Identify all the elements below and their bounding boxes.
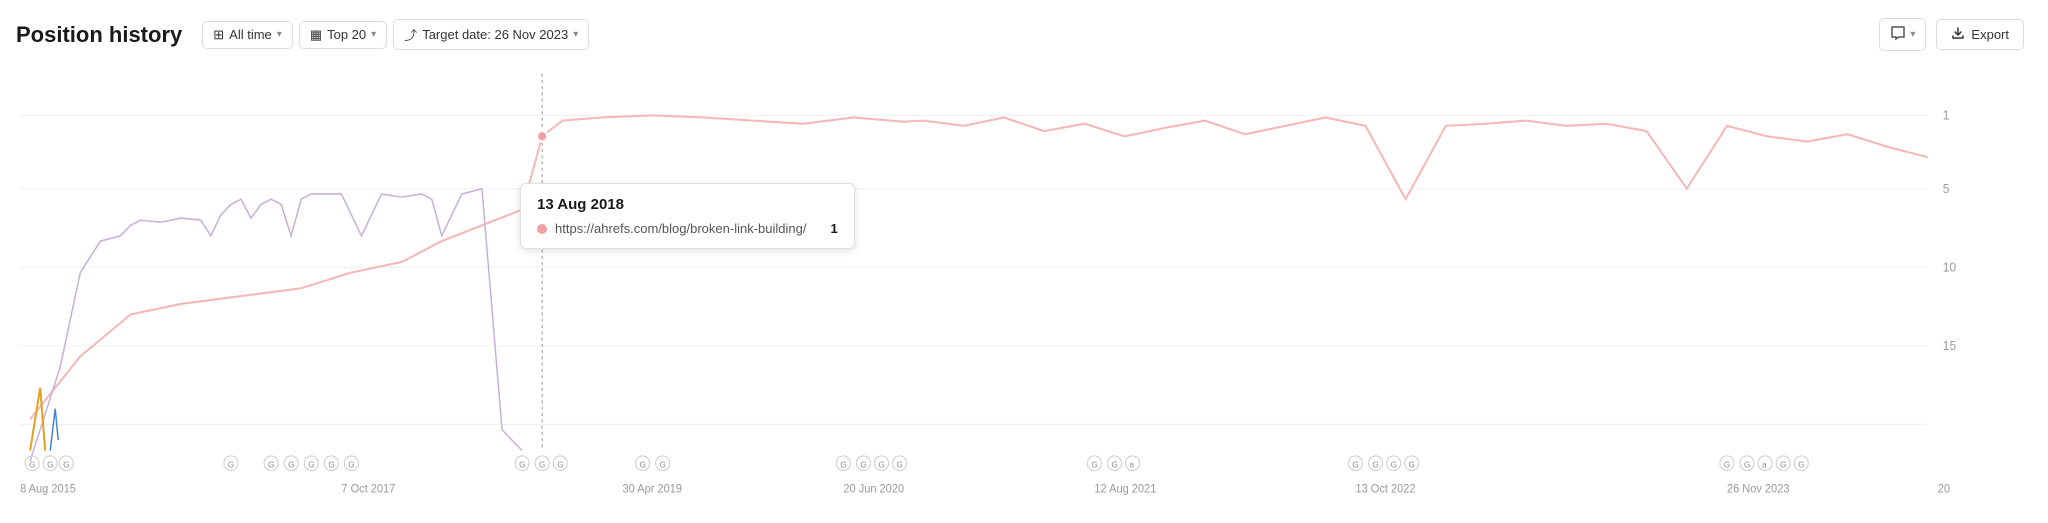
svg-text:G: G xyxy=(640,460,646,469)
svg-text:G: G xyxy=(840,460,846,469)
svg-text:5: 5 xyxy=(1943,182,1950,196)
svg-text:G: G xyxy=(328,460,334,469)
svg-text:G: G xyxy=(1373,460,1379,469)
tooltip-value: 1 xyxy=(830,221,837,236)
top-filter-label: Top 20 xyxy=(327,27,366,42)
tooltip-date: 13 Aug 2018 xyxy=(537,196,838,213)
svg-text:8 Aug 2015: 8 Aug 2015 xyxy=(20,483,76,495)
chart-tooltip: 13 Aug 2018 https://ahrefs.com/blog/brok… xyxy=(520,183,855,249)
chart-area: 1 5 10 15 8 Aug 2015 7 Oct 2017 30 Apr 2… xyxy=(0,63,2048,503)
chevron-down-icon: ▾ xyxy=(1910,29,1915,40)
svg-text:G: G xyxy=(860,460,866,469)
svg-text:G: G xyxy=(539,460,545,469)
chevron-down-icon: ▾ xyxy=(277,29,282,40)
svg-text:G: G xyxy=(879,460,885,469)
svg-text:G: G xyxy=(1409,460,1415,469)
svg-text:G: G xyxy=(288,460,294,469)
svg-text:G: G xyxy=(308,460,314,469)
svg-text:26 Nov 2023: 26 Nov 2023 xyxy=(1727,483,1790,495)
calendar-icon: ⊞ xyxy=(213,27,224,43)
svg-text:G: G xyxy=(1798,460,1804,469)
chart-svg: 1 5 10 15 8 Aug 2015 7 Oct 2017 30 Apr 2… xyxy=(0,63,1988,503)
svg-text:G: G xyxy=(897,460,903,469)
export-icon xyxy=(1951,26,1965,43)
svg-text:G: G xyxy=(348,460,354,469)
header-right: ▾ Export xyxy=(1879,18,2024,51)
trend-icon: ⤴ xyxy=(404,25,417,44)
tooltip-dot xyxy=(537,224,547,234)
svg-text:G: G xyxy=(29,460,35,469)
svg-text:a: a xyxy=(1130,460,1135,469)
svg-text:G: G xyxy=(63,460,69,469)
svg-text:20 Jun 2020: 20 Jun 2020 xyxy=(843,483,904,495)
svg-text:G: G xyxy=(1780,460,1786,469)
svg-text:G: G xyxy=(519,460,525,469)
svg-text:a: a xyxy=(1762,460,1767,469)
tooltip-url: https://ahrefs.com/blog/broken-link-buil… xyxy=(555,221,806,236)
svg-text:G: G xyxy=(268,460,274,469)
chevron-down-icon: ▾ xyxy=(371,29,376,40)
time-range-label: All time xyxy=(229,27,272,42)
svg-text:G: G xyxy=(660,460,666,469)
top-filter-button[interactable]: ▦ Top 20 ▾ xyxy=(299,21,387,49)
svg-text:G: G xyxy=(1744,460,1750,469)
svg-text:G: G xyxy=(1391,460,1397,469)
export-button[interactable]: Export xyxy=(1936,19,2024,50)
svg-text:7 Oct 2017: 7 Oct 2017 xyxy=(341,483,395,495)
svg-text:G: G xyxy=(228,460,234,469)
svg-text:G: G xyxy=(47,460,53,469)
tooltip-row: https://ahrefs.com/blog/broken-link-buil… xyxy=(537,221,838,236)
export-label: Export xyxy=(1971,27,2009,42)
svg-text:13 Oct 2022: 13 Oct 2022 xyxy=(1355,483,1415,495)
header-controls: ⊞ All time ▾ ▦ Top 20 ▾ ⤴ Target date: 2… xyxy=(202,19,1859,50)
chevron-down-icon: ▾ xyxy=(573,29,578,40)
svg-text:12 Aug 2021: 12 Aug 2021 xyxy=(1094,483,1156,495)
svg-text:G: G xyxy=(1352,460,1358,469)
target-date-label: Target date: 26 Nov 2023 xyxy=(422,27,568,42)
svg-text:20: 20 xyxy=(1938,483,1950,495)
svg-text:G: G xyxy=(1091,460,1097,469)
comment-icon xyxy=(1890,25,1906,44)
svg-text:G: G xyxy=(557,460,563,469)
svg-text:1: 1 xyxy=(1943,108,1950,122)
time-range-button[interactable]: ⊞ All time ▾ xyxy=(202,21,293,49)
comment-button[interactable]: ▾ xyxy=(1879,18,1926,51)
svg-text:15: 15 xyxy=(1943,339,1957,353)
svg-text:10: 10 xyxy=(1943,260,1957,274)
page-title: Position history xyxy=(16,22,182,48)
svg-text:G: G xyxy=(1111,460,1117,469)
header: Position history ⊞ All time ▾ ▦ Top 20 ▾… xyxy=(0,0,2048,63)
target-date-button[interactable]: ⤴ Target date: 26 Nov 2023 ▾ xyxy=(393,19,589,50)
svg-text:30 Apr 2019: 30 Apr 2019 xyxy=(623,483,682,495)
table-icon: ▦ xyxy=(310,27,322,43)
svg-text:G: G xyxy=(1724,460,1730,469)
